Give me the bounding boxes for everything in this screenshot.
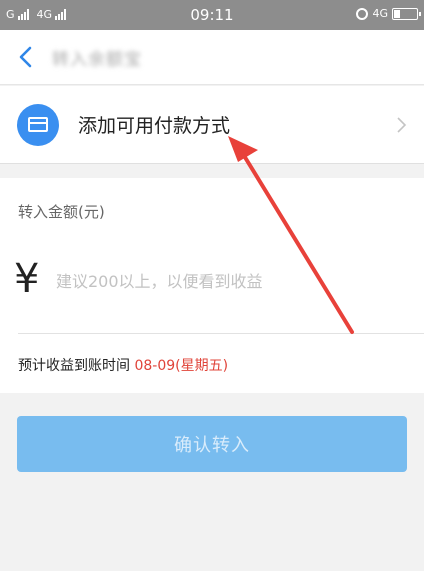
- confirm-transfer-button[interactable]: 确认转入: [17, 416, 407, 472]
- divider: [18, 333, 424, 334]
- nav-bar: 转入余额宝: [0, 30, 424, 85]
- estimated-arrival: 预计收益到账时间 08-09(星期五): [18, 355, 228, 375]
- add-payment-method-label: 添加可用付款方式: [78, 115, 231, 137]
- estimate-label: 预计收益到账时间: [18, 358, 135, 374]
- add-payment-method-row[interactable]: 添加可用付款方式: [0, 86, 424, 164]
- status-bar: G 4G 09:11 4G: [0, 0, 424, 30]
- yen-icon: ¥: [14, 256, 40, 302]
- amount-input[interactable]: [56, 268, 396, 294]
- chevron-right-icon: [397, 117, 407, 133]
- bank-card-icon: [17, 104, 59, 146]
- page-title: 转入余额宝: [52, 50, 142, 70]
- net-label: 4G: [372, 7, 388, 20]
- amount-section: 转入金额(元) ¥ 预计收益到账时间 08-09(星期五): [0, 178, 424, 393]
- alarm-icon: [356, 7, 369, 20]
- estimate-date: 08-09(星期五): [134, 358, 229, 374]
- back-arrow-icon[interactable]: [14, 42, 40, 72]
- status-right: 4G: [356, 7, 421, 20]
- amount-label: 转入金额(元): [18, 203, 105, 221]
- battery-icon: [392, 7, 421, 20]
